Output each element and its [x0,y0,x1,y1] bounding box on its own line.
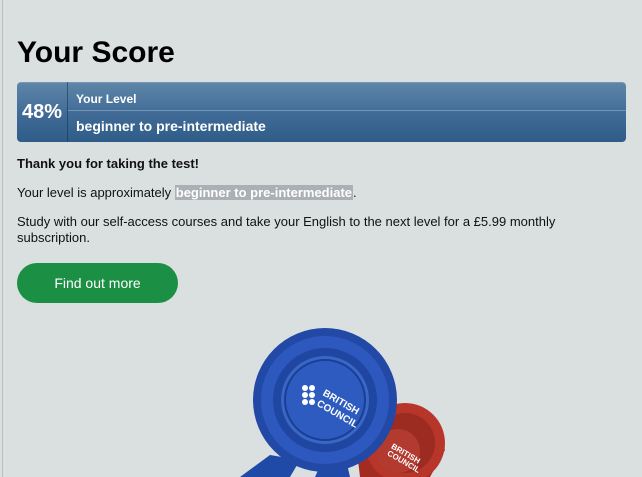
score-bar: 48% Your Level beginner to pre-intermedi… [17,82,626,142]
score-bar-divider [68,110,626,111]
score-level-label: Your Level [76,92,137,106]
find-out-more-button[interactable]: Find out more [17,263,178,303]
thanks-message: Thank you for taking the test! [17,156,200,171]
award-rosette-image: BRITISH COUNCIL BRITISH COUNCIL [240,328,445,477]
blue-rosette-icon: BRITISH COUNCIL [253,328,397,472]
study-offer-text: Study with our self-access courses and t… [17,214,556,245]
score-percent: 48% [17,82,68,142]
level-prefix: Your level is approximately [17,185,175,200]
level-highlight: beginner to pre-intermediate [174,185,354,200]
page-title: Your Score [17,36,175,69]
level-statement: Your level is approximately beginner to … [17,185,357,200]
score-level-value: beginner to pre-intermediate [76,118,266,134]
level-suffix: . [353,185,357,200]
